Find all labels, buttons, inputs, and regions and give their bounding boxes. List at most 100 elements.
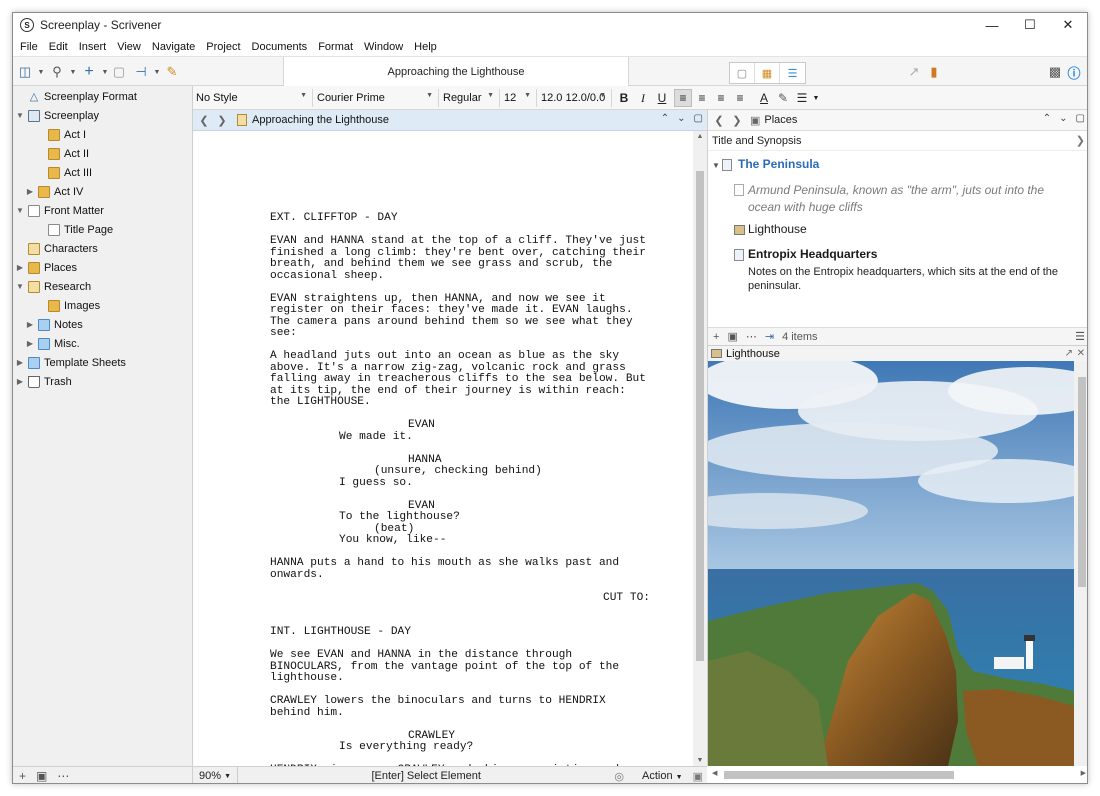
underline-button[interactable]: U	[653, 89, 671, 107]
script-dial-last[interactable]: I guess so.	[270, 477, 650, 490]
forward-arrow-icon[interactable]: ❯	[213, 114, 231, 127]
text-color-button[interactable]: A	[755, 89, 773, 107]
outline-item-title[interactable]: Entropix Headquarters	[748, 247, 877, 261]
binder-item-act-i[interactable]: Act I	[35, 125, 86, 144]
script-action[interactable]: We see EVAN and HANNA in the distance th…	[270, 649, 650, 685]
binder-item-places[interactable]: ▶ Places	[15, 258, 77, 277]
add-icon[interactable]: +	[19, 769, 26, 783]
script-action[interactable]: A headland juts out into an ocean as blu…	[270, 350, 650, 409]
align-left-button[interactable]: ≡	[674, 89, 692, 107]
binder-item-characters[interactable]: Characters	[15, 239, 98, 258]
binder-item-template-sheets[interactable]: ▶ Template Sheets	[15, 353, 126, 372]
script-char[interactable]: EVAN	[270, 419, 650, 432]
size-select[interactable]: 12 ▼	[501, 89, 537, 107]
disclosure-closed-icon[interactable]: ▶	[25, 187, 35, 196]
disclosure-closed-icon[interactable]: ▶	[15, 377, 25, 386]
script-content[interactable]: EXT. CLIFFTOP - DAY EVAN and HANNA stand …	[270, 212, 650, 766]
script-action[interactable]: EVAN straightens up, then HANNA, and now…	[270, 293, 650, 340]
align-right-button[interactable]: ≡	[731, 89, 749, 107]
menu-format[interactable]: Format	[314, 41, 357, 53]
binder-item-act-ii[interactable]: Act II	[35, 144, 89, 163]
disclosure-closed-icon[interactable]: ▶	[15, 358, 25, 367]
align-center-button[interactable]: ≡	[693, 89, 711, 107]
bookmark-icon[interactable]: ▮	[926, 64, 942, 80]
forward-arrow-icon[interactable]: ❯	[728, 114, 746, 127]
paperclip-icon[interactable]: ⊣	[133, 64, 149, 80]
open-external-icon[interactable]: ↗	[1065, 348, 1073, 359]
disclosure-open-icon[interactable]: ▼	[15, 282, 25, 291]
binder-item-act-iv[interactable]: ▶ Act IV	[25, 182, 83, 201]
chevron-down-icon[interactable]: ▼	[149, 64, 165, 80]
more-icon[interactable]: ⋯	[746, 330, 757, 343]
move-in-icon[interactable]: ⇥	[765, 330, 774, 343]
zoom-select[interactable]: 90% ▼	[193, 766, 238, 783]
add-folder-icon[interactable]: ▣	[727, 330, 737, 343]
menu-window[interactable]: Window	[360, 41, 407, 53]
italic-button[interactable]: I	[634, 89, 652, 107]
chevron-down-icon[interactable]: ⌄	[1059, 113, 1067, 124]
action-menu[interactable]: Action ▼	[642, 770, 693, 782]
script-dial[interactable]: To the lighthouse?	[270, 511, 650, 524]
binder-item-screenplay[interactable]: ▼ Screenplay	[15, 106, 99, 125]
font-select[interactable]: Courier Prime ▼	[314, 89, 439, 107]
menu-project[interactable]: Project	[202, 41, 244, 53]
binder-item-screenplay-format[interactable]: △ Screenplay Format	[15, 87, 137, 106]
script-dial-last[interactable]: We made it.	[270, 431, 650, 444]
disclosure-open-icon[interactable]: ▼	[15, 206, 25, 215]
script-paren[interactable]: (beat)	[270, 523, 650, 536]
binder-item-notes[interactable]: ▶ Notes	[25, 315, 83, 334]
list-options-icon[interactable]: ☰	[1075, 330, 1085, 343]
scroll-thumb[interactable]	[1078, 377, 1086, 587]
binder-item-misc[interactable]: ▶ Misc.	[25, 334, 80, 353]
menu-navigate[interactable]: Navigate	[148, 41, 199, 53]
menu-documents[interactable]: Documents	[248, 41, 312, 53]
binder-item-trash[interactable]: ▶ Trash	[15, 372, 72, 391]
chevron-down-icon[interactable]: ⌄	[677, 113, 685, 124]
split-editor-icon[interactable]: ▢	[694, 113, 703, 124]
close-icon[interactable]: ✕	[1077, 348, 1085, 359]
menu-help[interactable]: Help	[410, 41, 441, 53]
maximize-button[interactable]: ☐	[1011, 13, 1049, 37]
share-icon[interactable]: ↗	[906, 64, 922, 80]
script-action[interactable]: EVAN and HANNA stand at the top of a cli…	[270, 235, 650, 282]
scrivenings-view-button[interactable]: ▢	[730, 63, 755, 83]
editor-scrollbar[interactable]: ▲ ▼	[693, 131, 707, 766]
corkboard-view-button[interactable]: ▦	[755, 63, 780, 83]
close-button[interactable]: ✕	[1049, 13, 1087, 37]
script-dial-last[interactable]: You know, like--	[270, 534, 650, 547]
bold-button[interactable]: B	[615, 89, 633, 107]
menu-edit[interactable]: Edit	[45, 41, 72, 53]
search-icon[interactable]: ⚲	[49, 64, 65, 80]
align-justify-button[interactable]: ≡	[712, 89, 730, 107]
script-editor[interactable]: EXT. CLIFFTOP - DAY EVAN and HANNA stand …	[193, 131, 707, 766]
info-icon[interactable]: ⓘ	[1066, 64, 1082, 81]
script-paren[interactable]: (unsure, checking behind)	[270, 465, 650, 478]
binder-item-front-matter[interactable]: ▼ Front Matter	[15, 201, 104, 220]
minimize-button[interactable]: —	[973, 13, 1011, 37]
edit-icon[interactable]: ✎	[164, 64, 180, 80]
scroll-up-icon[interactable]: ▲	[693, 133, 707, 140]
disclosure-closed-icon[interactable]: ▶	[25, 320, 35, 329]
disclosure-closed-icon[interactable]: ▶	[25, 339, 35, 348]
chevron-down-icon[interactable]: ▼	[65, 64, 81, 80]
outliner-view-button[interactable]: ☰	[780, 63, 805, 83]
chevron-up-icon[interactable]: ⌃	[1043, 113, 1051, 124]
menu-file[interactable]: File	[16, 41, 42, 53]
notes-toggle-icon[interactable]: ▣	[693, 770, 703, 783]
binder-item-images[interactable]: Images	[35, 296, 100, 315]
scroll-thumb[interactable]	[696, 171, 704, 661]
script-action[interactable]: HANNA puts a hand to his mouth as she wa…	[270, 557, 650, 581]
more-icon[interactable]: ⋯	[57, 769, 69, 783]
outline-column-header[interactable]: Title and Synopsis ❯	[708, 131, 1087, 151]
style-select[interactable]: No Style ▼	[193, 89, 313, 107]
highlight-button[interactable]: ✎	[774, 89, 792, 107]
binder-item-act-iii[interactable]: Act III	[35, 163, 92, 182]
chevron-up-icon[interactable]: ⌃	[661, 113, 669, 124]
chevron-down-icon[interactable]: ▼	[33, 64, 49, 80]
scroll-thumb[interactable]	[724, 771, 954, 779]
menu-view[interactable]: View	[113, 41, 145, 53]
image-horizontal-scrollbar[interactable]: ◀ ▶	[708, 766, 1087, 782]
script-dial-last[interactable]: Is everything ready?	[270, 741, 650, 754]
outline-item-title[interactable]: Lighthouse	[748, 222, 807, 236]
trash-toolbar-icon[interactable]: ▢	[111, 64, 127, 80]
